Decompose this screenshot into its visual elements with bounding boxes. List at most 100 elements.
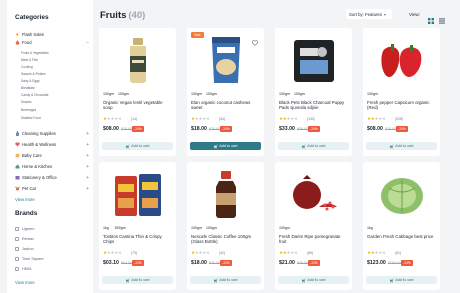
expand-icon[interactable]: + [86, 142, 89, 148]
star-empty-icon: ★ [382, 250, 386, 255]
product-card[interactable]: 100gm 100gm Nescafe Classic Coffee 100gm… [187, 162, 264, 290]
expand-icon[interactable]: + [86, 131, 89, 137]
product-name[interactable]: Elan organic coconut cashews sweet [191, 100, 261, 111]
review-count: (73) [131, 251, 138, 255]
product-name[interactable]: Garden Fresh Cabbage best price [367, 234, 437, 239]
add-to-cart-button[interactable]: 🛒︎ Add to cart [190, 142, 261, 150]
product-name[interactable]: Organic Vegan lentil vegetable soup [103, 100, 173, 111]
brand-filter-item[interactable]: Ugreen [15, 227, 34, 231]
checkbox[interactable] [15, 267, 19, 271]
sidebar-item-health[interactable]: Health & Wellness + [15, 142, 89, 148]
product-name[interactable]: Fresh Darim Ripe pomegranate fruit [279, 234, 349, 245]
expand-icon[interactable]: + [86, 186, 89, 192]
brand-filter-item[interactable]: Time Square [15, 257, 44, 261]
cart-icon: 🛒︎ [213, 144, 219, 149]
product-name[interactable]: Tostitos Cantina Thin & Crispy Chips [103, 234, 173, 245]
product-card[interactable]: 100gm Fresh pepper Capsicum organic (Red… [363, 28, 440, 156]
checkbox[interactable] [15, 227, 19, 231]
product-image[interactable] [367, 32, 436, 89]
subcategory-item[interactable]: Diabetic Food [21, 116, 41, 120]
review-count: (14) [131, 117, 138, 121]
review-count: (34) [219, 117, 226, 121]
cart-icon: 🛒︎ [125, 144, 131, 149]
add-to-cart-button[interactable]: 🛒︎ Add to cart [190, 276, 261, 284]
sidebar-item-stationery[interactable]: Stationery & Office + [15, 175, 89, 181]
product-image[interactable] [103, 32, 172, 89]
discount-badge: -24% [220, 126, 232, 132]
add-to-cart-button[interactable]: 🛒︎ Add to cart [102, 276, 173, 284]
checkbox[interactable] [15, 257, 19, 261]
discount-badge: -24% [132, 260, 144, 266]
product-card[interactable]: 1kg 500gm Tostitos Cantina Thin & Crispy… [99, 162, 176, 290]
cleaning-icon [15, 131, 20, 136]
list-view-icon[interactable] [439, 11, 445, 24]
brand-filter-item[interactable]: HKBL [15, 267, 32, 271]
subcategory-item[interactable]: Candy & Chocolate [21, 93, 48, 97]
subcategory-item[interactable]: Snacks [21, 100, 31, 104]
subcategory-item[interactable]: Sauces & Pickles [21, 72, 46, 76]
sidebar-item-home-kitchen[interactable]: Home & Kitchen + [15, 164, 89, 170]
collapse-icon[interactable]: − [86, 40, 89, 46]
checkbox[interactable] [15, 237, 19, 241]
subcategory-item[interactable]: Dairy & Eggs [21, 79, 40, 83]
cart-icon: 🛒︎ [389, 144, 395, 149]
star-empty-icon: ★ [118, 250, 122, 255]
checkbox[interactable] [15, 247, 19, 251]
subcategory-item[interactable]: Cooking [21, 65, 33, 69]
add-to-cart-button[interactable]: 🛒︎ Add to cart [278, 142, 349, 150]
sort-dropdown[interactable]: Sort by: Features ▾ [346, 9, 392, 19]
old-price: $20.00 [209, 127, 220, 131]
product-name[interactable]: Fresh pepper Capsicum organic (Red) [367, 100, 437, 111]
product-image[interactable] [279, 166, 348, 223]
wishlist-heart-icon[interactable] [252, 33, 258, 51]
product-image[interactable] [279, 32, 348, 89]
product-card[interactable]: 1kg Garden Fresh Cabbage best price ★★★★… [363, 162, 440, 290]
sidebar-item-cleaning[interactable]: Cleaning Supplies + [15, 131, 89, 137]
subcategory-item[interactable]: Beverages [21, 108, 36, 112]
pet-icon [15, 186, 20, 191]
old-price: $38.00 [297, 127, 308, 131]
rating-stars: ★★★★★ [191, 250, 210, 256]
cart-icon: 🛒︎ [389, 278, 395, 283]
product-card[interactable]: 100gm 100gm Organic Vegan lentil vegetab… [99, 28, 176, 156]
product-name[interactable]: Nescafe Classic Coffee 100gm (Glass Bott… [191, 234, 261, 245]
sidebar-item-flash-sales[interactable]: Flash Sales [15, 32, 89, 37]
discount-badge: -24% [308, 126, 320, 132]
old-price: $16.00 [121, 127, 132, 131]
sidebar-item-pet-car[interactable]: Pet Car + [15, 186, 89, 192]
product-image[interactable] [367, 166, 436, 223]
product-card[interactable]: 100gm 100gm Black Pets Black Charcoal Pu… [275, 28, 352, 156]
add-to-cart-button[interactable]: 🛒︎ Add to cart [278, 276, 349, 284]
baby-icon [15, 153, 20, 158]
product-card[interactable]: 100gm Fresh Darim Ripe pomegranate fruit… [275, 162, 352, 290]
price: $03.10 [103, 260, 119, 266]
add-to-cart-button[interactable]: 🛒︎ Add to cart [366, 276, 437, 284]
expand-icon[interactable]: + [86, 153, 89, 159]
review-count: (51) [395, 251, 402, 255]
sidebar-item-food[interactable]: Food − [15, 40, 89, 46]
expand-icon[interactable]: + [86, 175, 89, 181]
price: $123.00 [367, 260, 386, 266]
brand-filter-item[interactable]: Remax [15, 237, 34, 241]
product-image[interactable] [191, 166, 260, 223]
grid-view-icon[interactable] [428, 11, 434, 24]
expand-icon[interactable]: + [86, 164, 89, 170]
view-more-categories-link[interactable]: View more [15, 197, 35, 202]
view-more-brands-link[interactable]: View more [15, 280, 35, 285]
add-to-cart-button[interactable]: 🛒︎ Add to cart [102, 142, 173, 150]
old-price: $04.00 [121, 261, 132, 265]
stationery-icon [15, 175, 20, 180]
rating-stars: ★★★★★ [279, 116, 298, 122]
product-image[interactable] [191, 32, 260, 89]
subcategory-item[interactable]: Breakfast [21, 86, 34, 90]
review-count: (225) [395, 117, 403, 121]
sidebar-item-baby-care[interactable]: Baby Care + [15, 153, 89, 159]
product-name[interactable]: Black Pets Black Charcoal Puppy Pads sju… [279, 100, 349, 111]
subcategory-item[interactable]: Fruits & Vegetables [21, 51, 49, 55]
subcategory-item[interactable]: Meat & Fish [21, 58, 38, 62]
brand-filter-item[interactable]: Jadroo [15, 247, 34, 251]
add-to-cart-button[interactable]: 🛒︎ Add to cart [366, 142, 437, 150]
product-image[interactable] [103, 166, 172, 223]
old-price: $28.00 [297, 261, 308, 265]
product-card[interactable]: Sale 100gm 100gm Elan organic coconut ca… [187, 28, 264, 156]
